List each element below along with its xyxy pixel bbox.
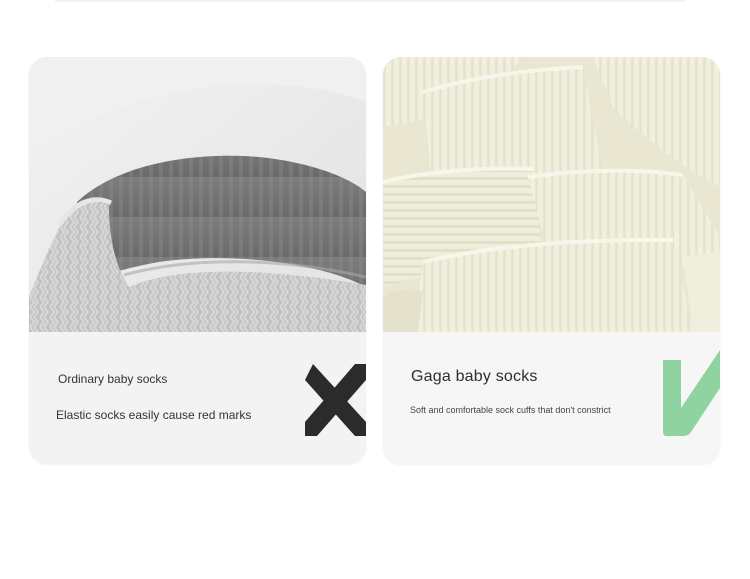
gaga-socks-caption: Gaga baby socks Soft and comfortable soc…	[383, 332, 720, 464]
top-divider	[55, 0, 685, 2]
gaga-socks-description: Soft and comfortable sock cuffs that don…	[410, 405, 611, 415]
ordinary-socks-description: Elastic socks easily cause red marks	[56, 408, 252, 422]
ordinary-socks-card: Ordinary baby socks Elastic socks easily…	[29, 57, 366, 464]
gaga-socks-card: Gaga baby socks Soft and comfortable soc…	[383, 57, 720, 464]
gaga-socks-title: Gaga baby socks	[411, 368, 538, 385]
comparison-page: Ordinary baby socks Elastic socks easily…	[0, 0, 750, 579]
check-icon	[661, 348, 720, 436]
ordinary-socks-title: Ordinary baby socks	[58, 372, 168, 386]
ordinary-socks-caption: Ordinary baby socks Elastic socks easily…	[29, 332, 366, 464]
cross-icon	[305, 360, 366, 436]
cream-ribbed-socks-photo	[383, 57, 720, 332]
grey-knit-sock-cuff-photo	[29, 57, 366, 332]
